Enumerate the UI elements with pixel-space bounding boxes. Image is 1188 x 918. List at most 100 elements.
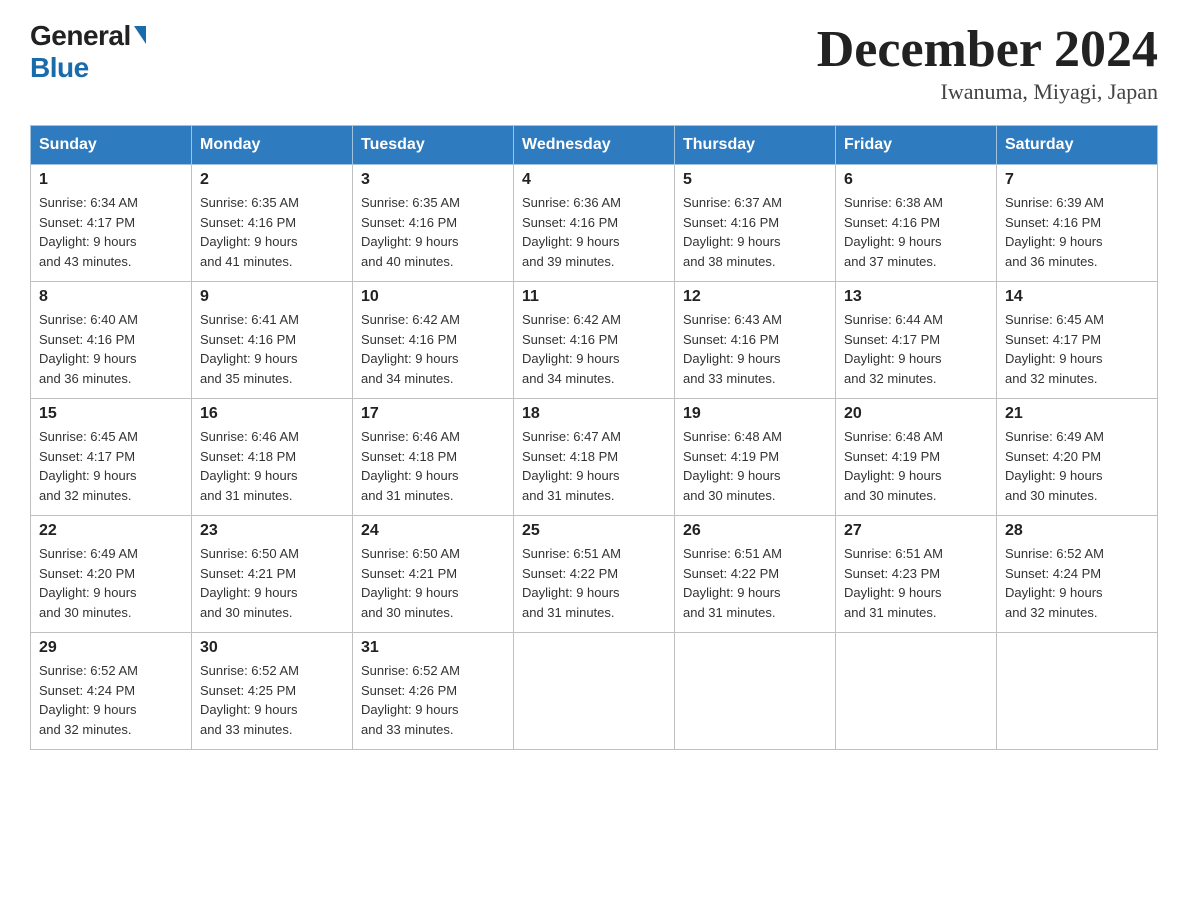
calendar-day-cell: 7 Sunrise: 6:39 AMSunset: 4:16 PMDayligh… (997, 165, 1158, 282)
day-info: Sunrise: 6:42 AMSunset: 4:16 PMDaylight:… (361, 312, 460, 386)
day-number: 14 (1005, 288, 1149, 306)
day-number: 16 (200, 405, 344, 423)
calendar-day-cell: 27 Sunrise: 6:51 AMSunset: 4:23 PMDaylig… (836, 516, 997, 633)
calendar-day-cell: 10 Sunrise: 6:42 AMSunset: 4:16 PMDaylig… (353, 282, 514, 399)
day-number: 9 (200, 288, 344, 306)
calendar-day-cell: 20 Sunrise: 6:48 AMSunset: 4:19 PMDaylig… (836, 399, 997, 516)
calendar-day-cell: 22 Sunrise: 6:49 AMSunset: 4:20 PMDaylig… (31, 516, 192, 633)
calendar-title: December 2024 (817, 20, 1158, 79)
calendar-day-cell (836, 633, 997, 750)
day-info: Sunrise: 6:48 AMSunset: 4:19 PMDaylight:… (683, 429, 782, 503)
calendar-day-cell: 18 Sunrise: 6:47 AMSunset: 4:18 PMDaylig… (514, 399, 675, 516)
calendar-day-cell: 24 Sunrise: 6:50 AMSunset: 4:21 PMDaylig… (353, 516, 514, 633)
calendar-day-cell: 17 Sunrise: 6:46 AMSunset: 4:18 PMDaylig… (353, 399, 514, 516)
calendar-day-cell: 16 Sunrise: 6:46 AMSunset: 4:18 PMDaylig… (192, 399, 353, 516)
calendar-day-cell: 29 Sunrise: 6:52 AMSunset: 4:24 PMDaylig… (31, 633, 192, 750)
calendar-day-cell (675, 633, 836, 750)
day-info: Sunrise: 6:35 AMSunset: 4:16 PMDaylight:… (361, 195, 460, 269)
day-number: 1 (39, 171, 183, 189)
day-info: Sunrise: 6:50 AMSunset: 4:21 PMDaylight:… (200, 546, 299, 620)
day-info: Sunrise: 6:45 AMSunset: 4:17 PMDaylight:… (39, 429, 138, 503)
day-number: 18 (522, 405, 666, 423)
day-info: Sunrise: 6:46 AMSunset: 4:18 PMDaylight:… (361, 429, 460, 503)
calendar-day-cell: 12 Sunrise: 6:43 AMSunset: 4:16 PMDaylig… (675, 282, 836, 399)
calendar-week-row: 29 Sunrise: 6:52 AMSunset: 4:24 PMDaylig… (31, 633, 1158, 750)
day-number: 11 (522, 288, 666, 306)
calendar-day-cell: 11 Sunrise: 6:42 AMSunset: 4:16 PMDaylig… (514, 282, 675, 399)
day-info: Sunrise: 6:49 AMSunset: 4:20 PMDaylight:… (39, 546, 138, 620)
day-number: 22 (39, 522, 183, 540)
day-number: 7 (1005, 171, 1149, 189)
day-info: Sunrise: 6:52 AMSunset: 4:24 PMDaylight:… (39, 663, 138, 737)
calendar-day-cell: 25 Sunrise: 6:51 AMSunset: 4:22 PMDaylig… (514, 516, 675, 633)
page-header: General Blue December 2024 Iwanuma, Miya… (30, 20, 1158, 105)
calendar-day-cell: 2 Sunrise: 6:35 AMSunset: 4:16 PMDayligh… (192, 165, 353, 282)
weekday-header-row: SundayMondayTuesdayWednesdayThursdayFrid… (31, 126, 1158, 165)
weekday-header-monday: Monday (192, 126, 353, 165)
day-info: Sunrise: 6:49 AMSunset: 4:20 PMDaylight:… (1005, 429, 1104, 503)
day-number: 4 (522, 171, 666, 189)
day-info: Sunrise: 6:36 AMSunset: 4:16 PMDaylight:… (522, 195, 621, 269)
weekday-header-sunday: Sunday (31, 126, 192, 165)
day-number: 10 (361, 288, 505, 306)
calendar-day-cell: 15 Sunrise: 6:45 AMSunset: 4:17 PMDaylig… (31, 399, 192, 516)
day-number: 21 (1005, 405, 1149, 423)
day-info: Sunrise: 6:52 AMSunset: 4:24 PMDaylight:… (1005, 546, 1104, 620)
day-number: 8 (39, 288, 183, 306)
day-info: Sunrise: 6:39 AMSunset: 4:16 PMDaylight:… (1005, 195, 1104, 269)
day-info: Sunrise: 6:52 AMSunset: 4:26 PMDaylight:… (361, 663, 460, 737)
calendar-day-cell (997, 633, 1158, 750)
day-number: 13 (844, 288, 988, 306)
calendar-week-row: 1 Sunrise: 6:34 AMSunset: 4:17 PMDayligh… (31, 165, 1158, 282)
weekday-header-tuesday: Tuesday (353, 126, 514, 165)
day-number: 5 (683, 171, 827, 189)
day-number: 19 (683, 405, 827, 423)
logo-blue-text: Blue (30, 52, 89, 83)
calendar-day-cell: 8 Sunrise: 6:40 AMSunset: 4:16 PMDayligh… (31, 282, 192, 399)
day-info: Sunrise: 6:38 AMSunset: 4:16 PMDaylight:… (844, 195, 943, 269)
day-info: Sunrise: 6:40 AMSunset: 4:16 PMDaylight:… (39, 312, 138, 386)
calendar-day-cell: 30 Sunrise: 6:52 AMSunset: 4:25 PMDaylig… (192, 633, 353, 750)
day-info: Sunrise: 6:41 AMSunset: 4:16 PMDaylight:… (200, 312, 299, 386)
day-number: 25 (522, 522, 666, 540)
weekday-header-thursday: Thursday (675, 126, 836, 165)
weekday-header-friday: Friday (836, 126, 997, 165)
day-info: Sunrise: 6:52 AMSunset: 4:25 PMDaylight:… (200, 663, 299, 737)
calendar-week-row: 8 Sunrise: 6:40 AMSunset: 4:16 PMDayligh… (31, 282, 1158, 399)
calendar-table: SundayMondayTuesdayWednesdayThursdayFrid… (30, 125, 1158, 750)
calendar-day-cell: 26 Sunrise: 6:51 AMSunset: 4:22 PMDaylig… (675, 516, 836, 633)
day-info: Sunrise: 6:37 AMSunset: 4:16 PMDaylight:… (683, 195, 782, 269)
day-number: 12 (683, 288, 827, 306)
calendar-day-cell: 23 Sunrise: 6:50 AMSunset: 4:21 PMDaylig… (192, 516, 353, 633)
day-info: Sunrise: 6:47 AMSunset: 4:18 PMDaylight:… (522, 429, 621, 503)
day-number: 23 (200, 522, 344, 540)
day-info: Sunrise: 6:44 AMSunset: 4:17 PMDaylight:… (844, 312, 943, 386)
day-info: Sunrise: 6:46 AMSunset: 4:18 PMDaylight:… (200, 429, 299, 503)
calendar-header: SundayMondayTuesdayWednesdayThursdayFrid… (31, 126, 1158, 165)
day-info: Sunrise: 6:34 AMSunset: 4:17 PMDaylight:… (39, 195, 138, 269)
day-number: 30 (200, 639, 344, 657)
day-info: Sunrise: 6:43 AMSunset: 4:16 PMDaylight:… (683, 312, 782, 386)
day-info: Sunrise: 6:48 AMSunset: 4:19 PMDaylight:… (844, 429, 943, 503)
day-number: 6 (844, 171, 988, 189)
logo-triangle-icon (134, 26, 146, 44)
day-number: 26 (683, 522, 827, 540)
logo: General Blue (30, 20, 146, 84)
day-info: Sunrise: 6:50 AMSunset: 4:21 PMDaylight:… (361, 546, 460, 620)
calendar-body: 1 Sunrise: 6:34 AMSunset: 4:17 PMDayligh… (31, 165, 1158, 750)
day-number: 20 (844, 405, 988, 423)
day-number: 31 (361, 639, 505, 657)
weekday-header-saturday: Saturday (997, 126, 1158, 165)
day-number: 3 (361, 171, 505, 189)
day-info: Sunrise: 6:45 AMSunset: 4:17 PMDaylight:… (1005, 312, 1104, 386)
calendar-day-cell: 6 Sunrise: 6:38 AMSunset: 4:16 PMDayligh… (836, 165, 997, 282)
calendar-day-cell: 1 Sunrise: 6:34 AMSunset: 4:17 PMDayligh… (31, 165, 192, 282)
day-info: Sunrise: 6:51 AMSunset: 4:22 PMDaylight:… (522, 546, 621, 620)
title-block: December 2024 Iwanuma, Miyagi, Japan (817, 20, 1158, 105)
calendar-day-cell: 5 Sunrise: 6:37 AMSunset: 4:16 PMDayligh… (675, 165, 836, 282)
calendar-day-cell (514, 633, 675, 750)
calendar-week-row: 22 Sunrise: 6:49 AMSunset: 4:20 PMDaylig… (31, 516, 1158, 633)
day-number: 2 (200, 171, 344, 189)
day-number: 24 (361, 522, 505, 540)
day-number: 27 (844, 522, 988, 540)
